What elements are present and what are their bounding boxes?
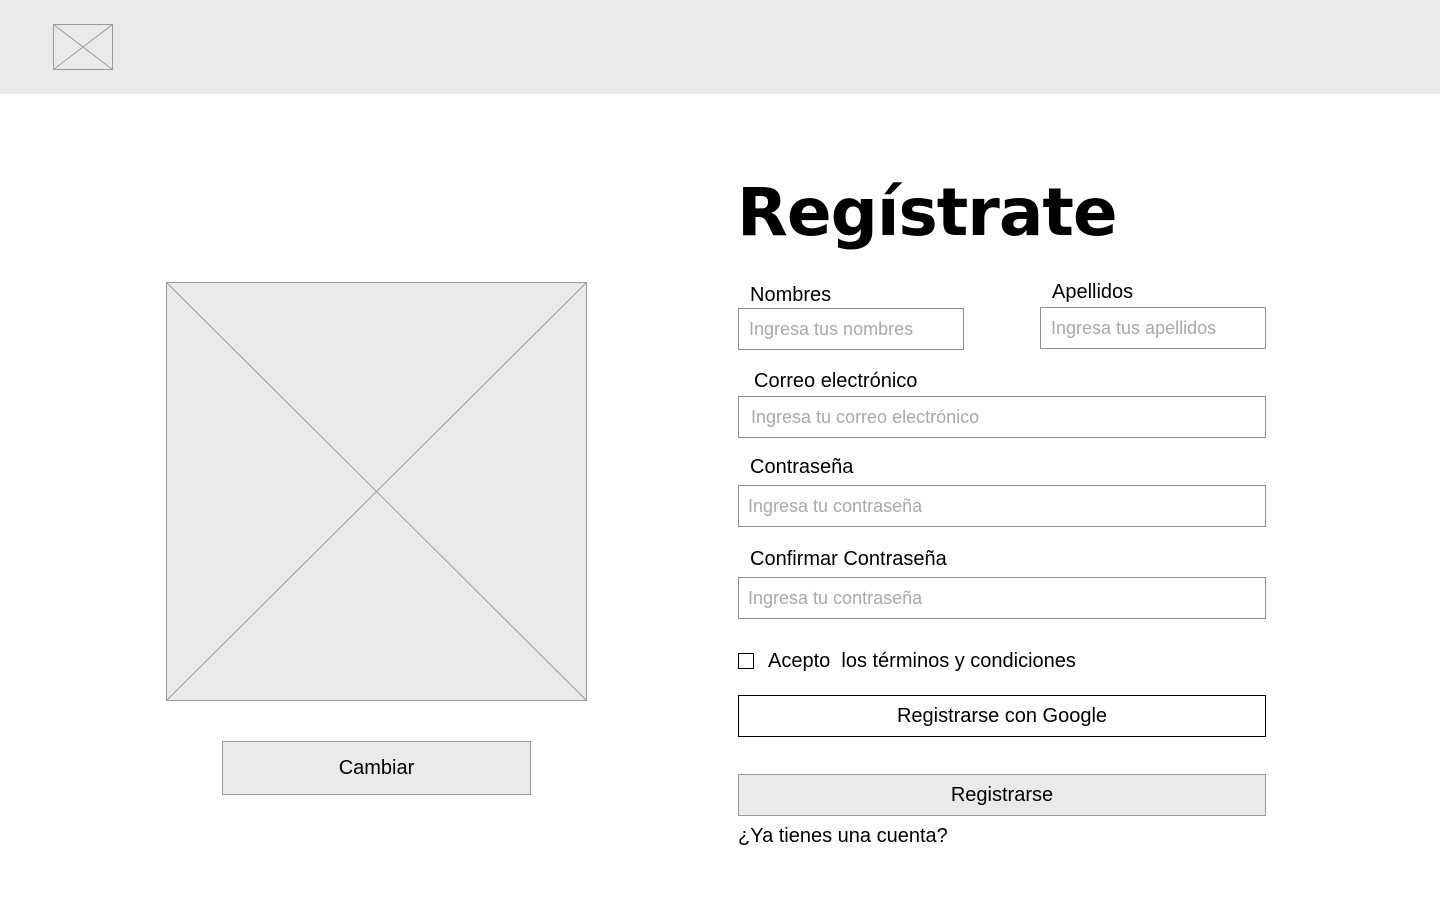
terms-label[interactable]: Acepto los términos y condiciones [768,650,1076,673]
change-photo-button[interactable]: Cambiar [222,741,531,795]
terms-checkbox[interactable] [738,653,754,669]
page-title: Regístrate [737,174,1118,251]
confirm-password-input[interactable] [738,577,1266,619]
first-name-label: Nombres [750,284,832,306]
logo-image-placeholder-icon[interactable] [53,24,113,70]
register-with-google-button[interactable]: Registrarse con Google [738,695,1266,737]
email-label: Correo electrónico [754,370,918,392]
first-name-input[interactable] [738,308,964,350]
register-button[interactable]: Registrarse [738,774,1266,816]
terms-row: Acepto los términos y condiciones [738,648,1076,674]
confirm-password-label: Confirmar Contraseña [750,548,947,570]
password-input[interactable] [738,485,1266,527]
last-name-label: Apellidos [1052,281,1134,303]
password-label: Contraseña [750,456,854,478]
last-name-input[interactable] [1040,307,1266,349]
login-link[interactable]: ¿Ya tienes una cuenta? [738,823,948,849]
top-header [0,0,1440,94]
email-input[interactable] [738,396,1266,438]
profile-image-placeholder-icon [166,282,587,701]
